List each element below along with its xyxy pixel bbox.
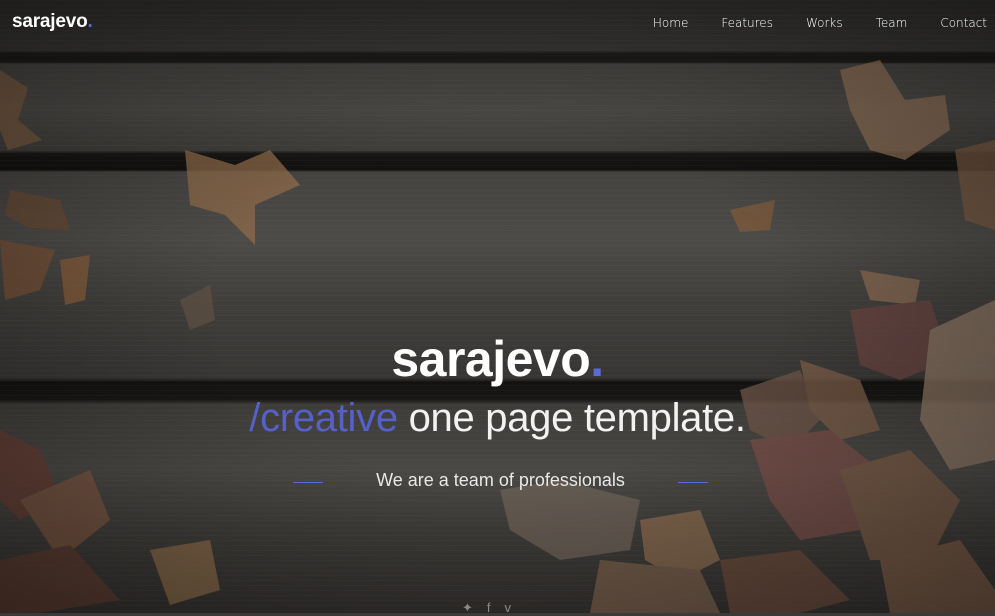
facebook-icon[interactable]: f [487,600,491,616]
hero-subtitle-row: We are a team of professionals [293,468,708,496]
dark-overlay [0,0,995,613]
twitter-icon[interactable]: ✦ [462,600,473,616]
nav-works[interactable]: Works [806,16,843,30]
main-nav: Home Features Works Team Contact [620,16,987,30]
nav-home[interactable]: Home [653,16,688,30]
site-logo[interactable]: sarajevo. [12,11,93,33]
nav-contact[interactable]: Contact [940,16,987,30]
subtitle-right-rule [678,482,708,483]
tagline-rest: one page template. [397,396,746,440]
vimeo-icon[interactable]: v [505,600,512,616]
hero-title-dot: . [590,331,604,387]
nav-features[interactable]: Features [721,16,773,30]
hero-tagline: /creative one page template. [0,396,995,441]
hero-subtitle: We are a team of professionals [376,470,625,490]
logo-dot: . [87,11,93,32]
nav-team[interactable]: Team [876,16,908,30]
hero-title-text: sarajevo [391,331,591,387]
logo-text: sarajevo [12,11,88,32]
social-links: ✦ f v [462,600,511,616]
hero-title: sarajevo. [0,330,995,388]
tagline-accent: /creative [249,396,398,440]
